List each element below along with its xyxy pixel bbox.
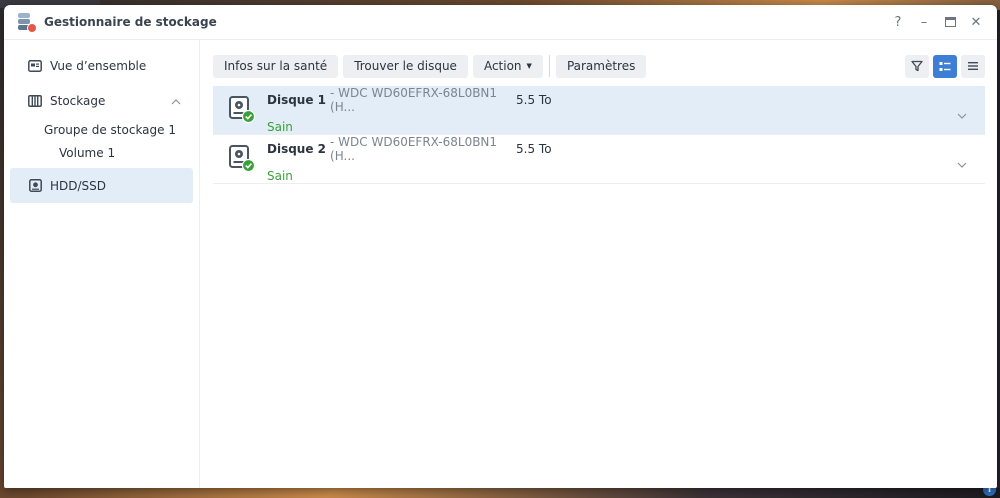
chevron-up-icon[interactable] [171,94,181,108]
disk-size: 5.5 To [516,142,552,156]
disk-status: Sain [267,169,293,183]
sidebar-item-storage[interactable]: Stockage [10,83,193,118]
detail-view-icon[interactable] [933,54,957,78]
maximize-icon[interactable] [939,11,961,33]
help-icon[interactable]: ? [887,11,909,33]
sidebar-item-storage-pool[interactable]: Groupe de stockage 1 [4,118,199,141]
disk-name: Disque 2 [267,142,327,156]
action-label: Action [483,59,522,73]
filter-icon[interactable] [905,54,929,78]
window-title: Gestionnaire de stockage [44,15,217,29]
sidebar-item-overview[interactable]: Vue d’ensemble [10,48,193,83]
hdd-healthy-icon [229,145,256,173]
disk-model: - WDC WD60EFRX-68L0BN1 (H... [330,135,498,163]
health-info-button[interactable]: Infos sur la santé [213,54,339,78]
chevron-down-icon[interactable] [957,104,967,123]
sidebar-item-label: Vue d’ensemble [50,58,147,73]
list-view-icon[interactable] [961,54,985,78]
disk-model: - WDC WD60EFRX-68L0BN1 (H... [330,86,498,114]
disk-status: Sain [267,120,293,134]
overview-icon [28,59,42,73]
storage-icon [28,94,42,108]
storage-manager-app-icon [16,12,37,33]
hdd-healthy-icon [229,96,256,124]
hdd-icon [28,179,42,193]
settings-button[interactable]: Paramètres [555,54,647,78]
sidebar-item-volume[interactable]: Volume 1 [4,141,199,164]
sidebar-item-label: HDD/SSD [50,178,107,193]
storage-manager-window: Gestionnaire de stockage ? – ✕ Vue d’ens… [4,5,997,488]
sidebar-item-hdd-ssd[interactable]: HDD/SSD [10,168,193,203]
disk-row[interactable]: Disque 2 - WDC WD60EFRX-68L0BN1 (H... 5.… [213,135,985,184]
title-bar: Gestionnaire de stockage ? – ✕ [4,5,997,40]
disk-name: Disque 1 [267,93,327,107]
close-icon[interactable]: ✕ [965,11,987,33]
toolbar: Infos sur la santé Trouver le disque Act… [213,40,985,86]
sidebar: Vue d’ensemble Stockage Groupe de stocka… [4,40,200,488]
disk-row[interactable]: Disque 1 - WDC WD60EFRX-68L0BN1 (H... 5.… [213,86,985,135]
toolbar-divider [548,55,550,77]
main-content: Infos sur la santé Trouver le disque Act… [213,40,985,488]
action-dropdown-button[interactable]: Action ▼ [472,54,543,78]
find-disk-button[interactable]: Trouver le disque [343,54,468,78]
sidebar-item-label: Stockage [50,93,106,108]
minimize-icon[interactable]: – [913,11,935,33]
caret-down-icon: ▼ [526,62,532,70]
disk-size: 5.5 To [516,93,552,107]
chevron-down-icon[interactable] [957,153,967,172]
